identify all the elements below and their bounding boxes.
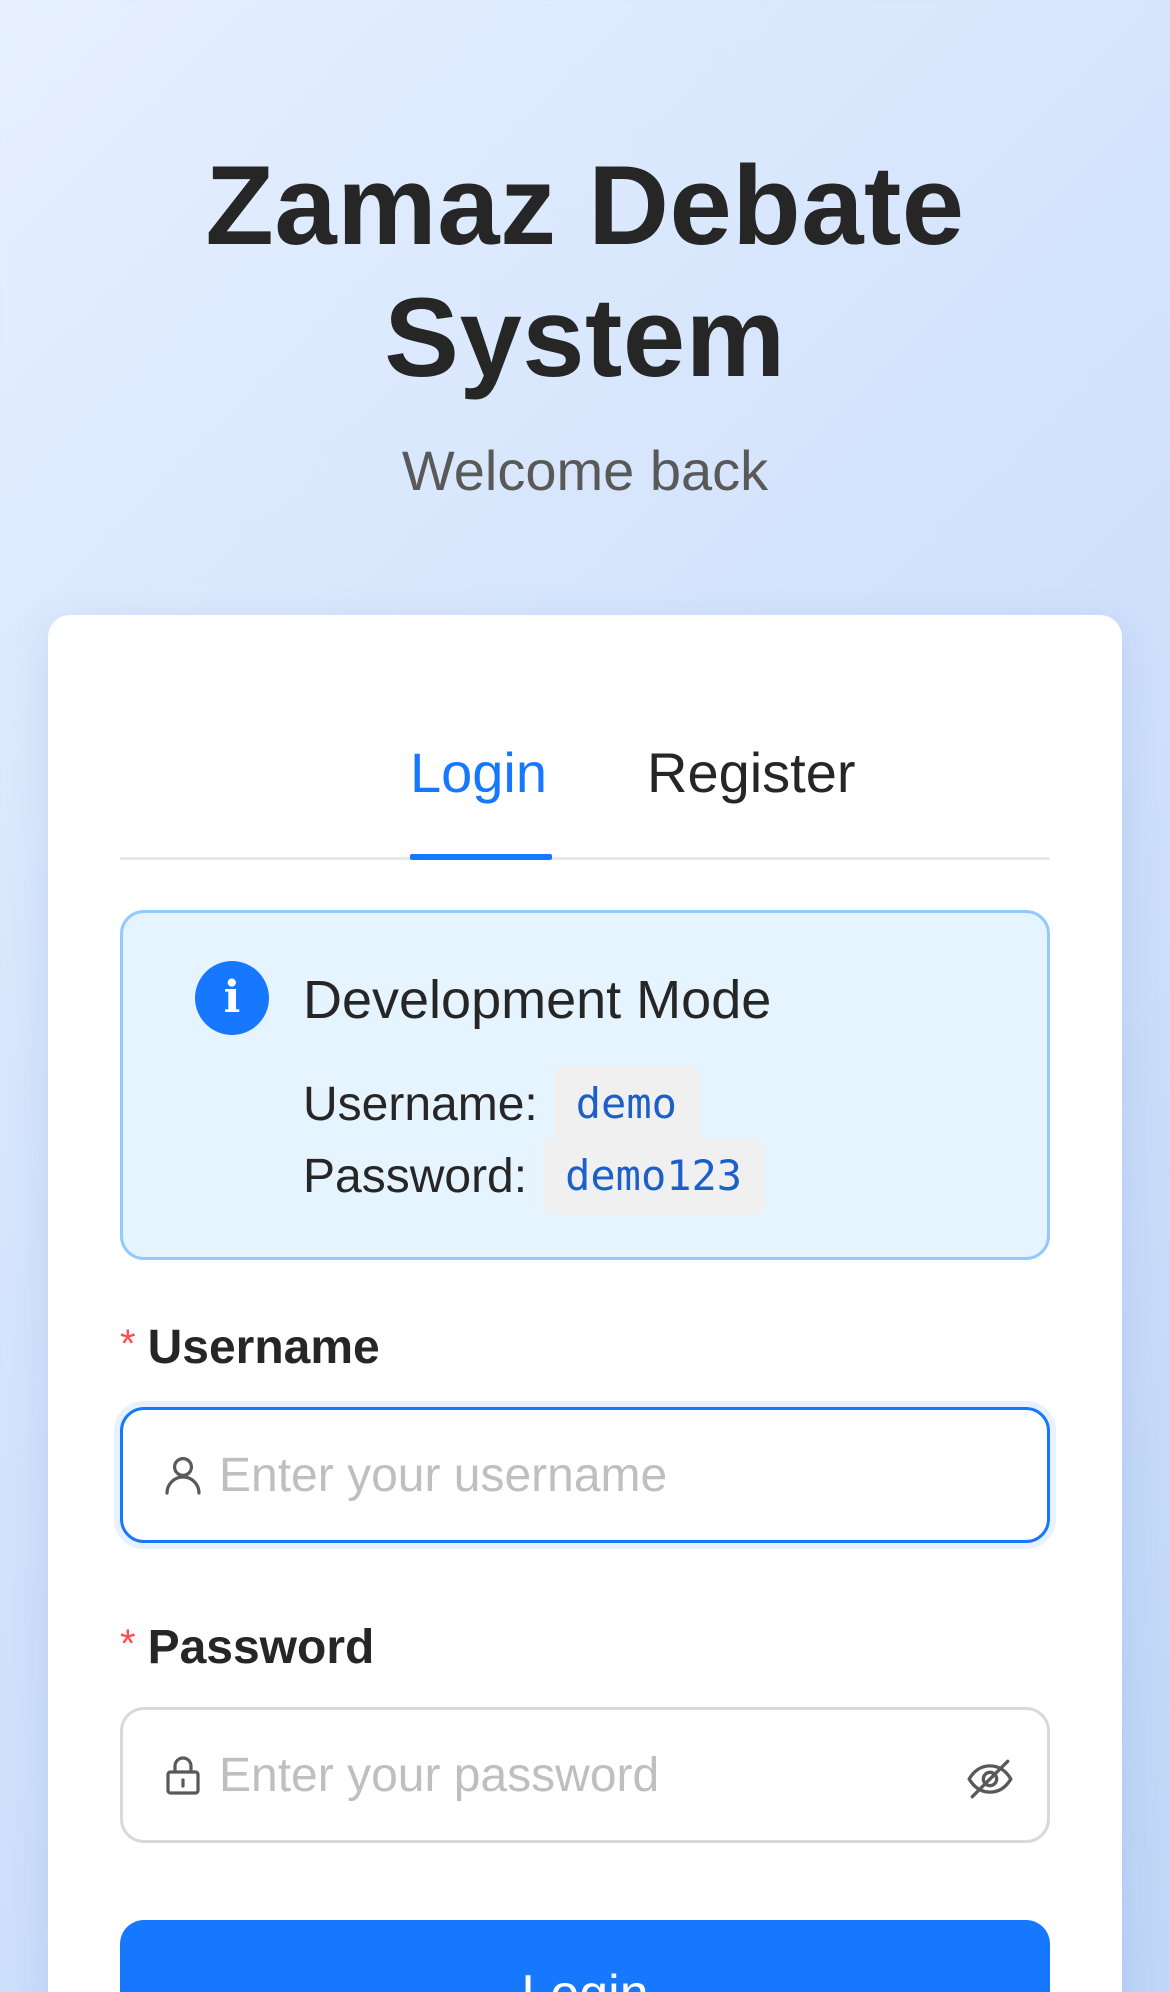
password-field[interactable] [120,1707,1050,1843]
page-subtitle: Welcome back [401,439,769,502]
page-title: Zamaz Debate System [205,143,965,400]
username-input[interactable] [219,1447,919,1503]
username-field[interactable] [120,1407,1050,1543]
active-tab-indicator [410,854,552,860]
username-label: * Username [120,1315,380,1377]
demo-username-code: demo [553,1066,699,1142]
lock-icon [166,1756,200,1795]
demo-username-row: Username: demo [303,1066,699,1142]
demo-password-row: Password: demo123 [303,1138,765,1214]
auth-tabs: Login Register [120,615,1050,860]
tab-register[interactable]: Register [647,740,856,806]
dev-mode-alert: i Development Mode Username: demo Passwo… [120,910,1050,1260]
demo-password-label: Password: [303,1149,528,1203]
password-input[interactable] [219,1747,919,1803]
info-icon: i [195,961,269,1035]
user-icon [165,1457,201,1495]
page-header: Zamaz Debate System Welcome back [0,140,1170,504]
username-label-text: Username [147,1321,380,1374]
password-label: * Password [120,1615,374,1677]
demo-password-code: demo123 [543,1138,765,1214]
required-mark: * [120,1322,136,1366]
auth-card: Login Register i Development Mode Userna… [48,615,1122,1992]
demo-username-label: Username: [303,1077,538,1131]
password-label-text: Password [147,1621,375,1674]
required-mark: * [120,1622,136,1666]
alert-title: Development Mode [303,970,772,1030]
login-submit-button[interactable]: Login [120,1920,1050,1992]
tab-login[interactable]: Login [410,740,547,806]
eye-hidden-icon[interactable] [965,1754,1015,1804]
